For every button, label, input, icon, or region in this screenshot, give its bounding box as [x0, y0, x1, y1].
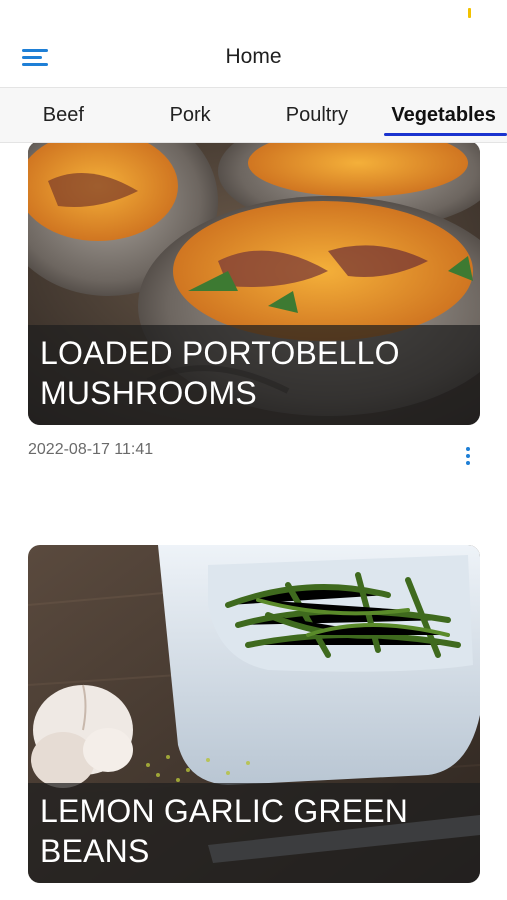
more-vertical-icon[interactable] — [463, 445, 473, 467]
recipe-date: 2022-08-17 11:41 — [28, 441, 154, 458]
category-tabs: Beef Pork Poultry Vegetables — [0, 87, 507, 143]
tab-poultry[interactable]: Poultry — [254, 88, 381, 142]
tab-pork[interactable]: Pork — [127, 88, 254, 142]
tab-vegetables[interactable]: Vegetables — [380, 88, 507, 142]
status-indicator — [468, 8, 471, 18]
page-title: Home — [225, 45, 282, 68]
tab-beef[interactable]: Beef — [0, 88, 127, 142]
recipe-card[interactable]: LEMON GARLIC GREEN BEANS — [28, 545, 480, 883]
recipe-card[interactable]: LOADED PORTOBELLO MUSHROOMS — [28, 143, 480, 425]
recipe-title: LOADED PORTOBELLO MUSHROOMS — [28, 325, 480, 425]
app-header: Home — [0, 28, 507, 86]
recipe-title: LEMON GARLIC GREEN BEANS — [28, 783, 480, 883]
recipe-feed: LOADED PORTOBELLO MUSHROOMS 2022-08-17 1… — [0, 143, 507, 900]
hamburger-menu-icon[interactable] — [22, 48, 48, 68]
